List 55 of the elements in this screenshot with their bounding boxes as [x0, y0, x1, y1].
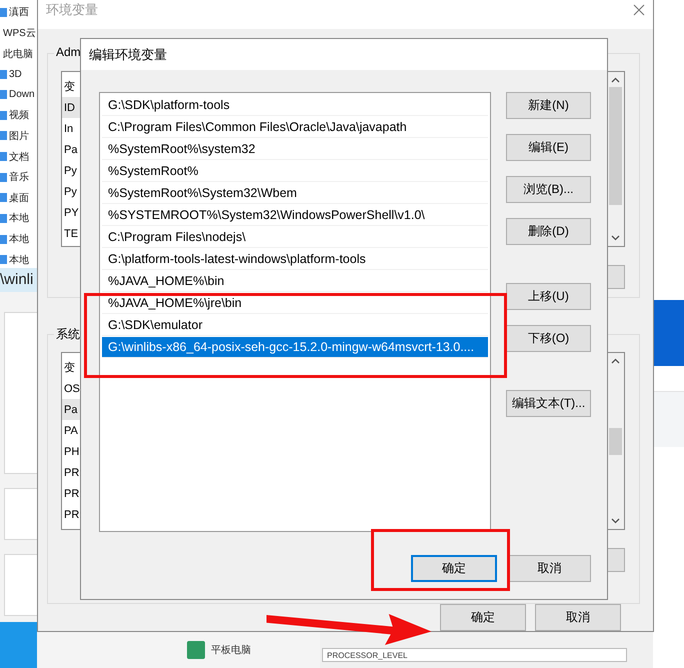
navigation-item[interactable]: 桌面: [9, 190, 29, 205]
folder-icon: [0, 8, 7, 17]
scroll-down-icon[interactable]: [611, 235, 620, 241]
window-title: 编辑环境变量: [89, 46, 167, 64]
dialog-button[interactable]: 确定: [440, 604, 526, 631]
scrollbar-thumb[interactable]: [609, 87, 622, 205]
scroll-up-icon[interactable]: [611, 77, 620, 83]
navigation-item[interactable]: 滇西: [9, 5, 29, 20]
close-icon[interactable]: [633, 4, 645, 16]
path-list[interactable]: [99, 92, 491, 532]
folder-icon: [0, 70, 7, 79]
dialog-button[interactable]: 取消: [535, 604, 621, 631]
scroll-up-icon[interactable]: [611, 358, 620, 364]
folder-icon: [0, 152, 7, 162]
navigation-item[interactable]: 文档: [9, 150, 29, 164]
navigation-item[interactable]: WPS云: [3, 26, 36, 40]
scrollbar-thumb[interactable]: [609, 428, 622, 455]
taskbar: [0, 622, 37, 668]
tablet-label: 平板电脑: [211, 644, 251, 657]
folder-icon: [0, 90, 7, 100]
folder-icon: [0, 255, 7, 264]
folder-icon: [0, 234, 7, 244]
dialog-button[interactable]: 取消: [508, 555, 591, 582]
action-button[interactable]: 编辑(E): [506, 134, 591, 161]
tablet-icon: [187, 641, 205, 659]
action-button[interactable]: 删除(D): [506, 218, 591, 245]
navigation-item[interactable]: 本地: [9, 211, 29, 226]
folder-icon: [0, 110, 7, 120]
column-header: 变: [63, 80, 76, 95]
navigation-item[interactable]: 此电脑: [3, 46, 33, 61]
path-text: \winli: [0, 268, 37, 292]
folder-icon: [0, 193, 7, 202]
action-button[interactable]: 浏览(B)...: [506, 176, 591, 203]
window-title: 环境变量: [46, 1, 98, 19]
folder-icon: [0, 131, 7, 140]
navigation-item[interactable]: 3D: [9, 68, 22, 80]
navigation-item[interactable]: 图片: [9, 128, 29, 143]
variable-combo[interactable]: PROCESSOR_LEVEL: [322, 648, 627, 662]
banner: [653, 300, 684, 366]
scroll-down-icon[interactable]: [611, 518, 620, 524]
dialog-button[interactable]: 确定: [411, 555, 497, 582]
folder-icon: [0, 214, 7, 223]
group-title: Adm: [54, 45, 83, 59]
navigation-item[interactable]: 视频: [9, 108, 29, 122]
action-button[interactable]: 新建(N): [506, 92, 591, 119]
folder-icon: [0, 172, 7, 182]
navigation-item[interactable]: 音乐: [9, 170, 29, 184]
action-button[interactable]: 下移(O): [506, 325, 591, 352]
action-button[interactable]: 上移(U): [506, 283, 591, 310]
navigation-item[interactable]: 本地: [9, 232, 29, 246]
navigation-item[interactable]: Down: [9, 89, 35, 100]
path-entry[interactable]: G:\winlibs-x86_64-posix-seh-gcc-15.2.0-mingw-w64msvcrt-13.0....: [102, 337, 488, 358]
navigation-item[interactable]: 本地: [9, 252, 29, 267]
action-button[interactable]: 编辑文本(T)...: [506, 390, 591, 417]
column-header: 变: [63, 360, 76, 376]
